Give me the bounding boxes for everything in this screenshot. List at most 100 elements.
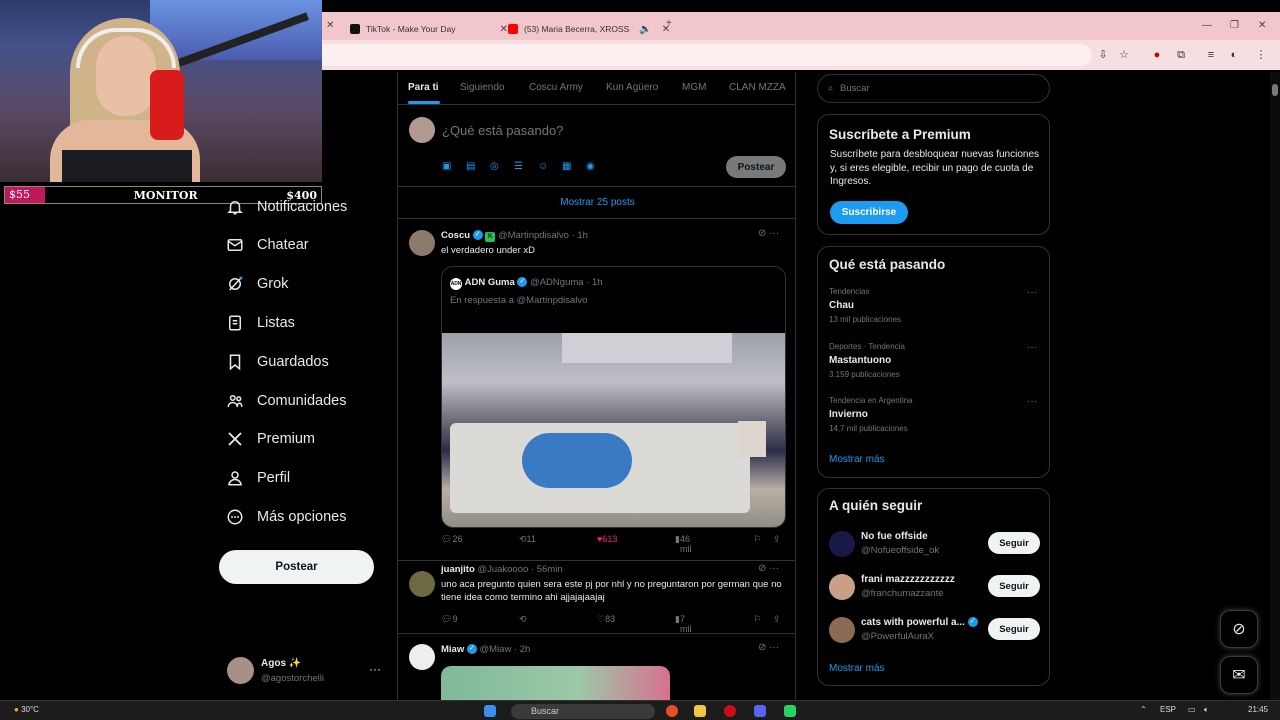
compose-post-button[interactable]: Postear bbox=[726, 156, 786, 178]
more-icon[interactable]: ··· bbox=[1027, 396, 1037, 407]
follow-suggestion[interactable]: No fue offside @Nofueoffside_ok Seguir bbox=[829, 529, 1041, 559]
post-button[interactable]: Postear bbox=[219, 550, 374, 584]
author-handle[interactable]: @Martinpdisalvo bbox=[498, 230, 569, 241]
compose-input[interactable]: ¿Qué está pasando? bbox=[442, 123, 563, 138]
close-window-icon[interactable]: ✕ bbox=[1258, 20, 1266, 31]
trend-item[interactable]: Tendencias Chau 13 mil publicaciones ··· bbox=[829, 287, 1039, 324]
extensions-icon[interactable]: ⧉ bbox=[1174, 48, 1188, 62]
nav-comunidades[interactable]: Comunidades bbox=[226, 389, 346, 413]
scrollbar[interactable] bbox=[1270, 72, 1280, 700]
follow-suggestion[interactable]: cats with powerful a... ✓ @PowerfulAuraX… bbox=[829, 615, 1041, 645]
views-button[interactable]: ▮ 7 mil bbox=[675, 614, 691, 634]
subscribe-button[interactable]: Suscribirse bbox=[830, 201, 908, 224]
language-indicator[interactable]: ESP bbox=[1160, 705, 1176, 714]
discord-icon[interactable] bbox=[754, 705, 766, 717]
search-input[interactable]: ⌕ Buscar bbox=[817, 74, 1050, 103]
author-handle[interactable]: @Juakoooo bbox=[477, 564, 528, 575]
tab-youtube[interactable]: (53) Maria Becerra, XROSS 🔈 ✕ bbox=[508, 18, 670, 40]
views-button[interactable]: ▮ 46 mil bbox=[675, 534, 691, 554]
clock[interactable]: 21:45 bbox=[1248, 705, 1268, 714]
share-icon[interactable]: ⇪ bbox=[773, 614, 781, 625]
volume-icon[interactable]: 🔈︎ bbox=[1204, 705, 1209, 715]
speaker-icon[interactable]: 🔈 bbox=[639, 24, 651, 35]
reply-button[interactable]: 💬︎ 9 bbox=[441, 614, 457, 625]
image-icon[interactable]: ▣ bbox=[442, 161, 466, 172]
windows-start-icon[interactable] bbox=[484, 705, 496, 717]
nav-perfil[interactable]: Perfil bbox=[226, 466, 290, 490]
install-app-icon[interactable]: ⇩ bbox=[1096, 48, 1110, 62]
tab-clan-mzza[interactable]: CLAN MZZA bbox=[729, 82, 786, 93]
close-tab-icon[interactable]: ✕ bbox=[499, 24, 507, 35]
nav-premium[interactable]: Premium bbox=[226, 427, 315, 451]
address-bar[interactable] bbox=[322, 44, 1092, 66]
chrome-icon[interactable] bbox=[666, 705, 678, 717]
repost-button[interactable]: ⟲ 11 bbox=[519, 534, 536, 545]
quoted-post[interactable]: ADN ADN Guma ✓ @ADNguma · 1h En respuest… bbox=[441, 266, 786, 528]
post-time[interactable]: · 1h bbox=[572, 230, 588, 241]
messages-float-button[interactable]: ✉ bbox=[1220, 656, 1258, 694]
profile-icon[interactable]: ◐ bbox=[1227, 48, 1241, 62]
like-button[interactable]: ♥ 613 bbox=[597, 534, 617, 544]
follow-button[interactable]: Seguir bbox=[988, 575, 1040, 597]
tab-mgm[interactable]: MGM bbox=[682, 82, 706, 93]
post-time[interactable]: · 56min bbox=[531, 564, 563, 575]
author-name[interactable]: Miaw bbox=[441, 644, 464, 655]
playlist-icon[interactable]: ≡ bbox=[1204, 48, 1218, 62]
close-tab-icon[interactable]: ✕ bbox=[326, 20, 334, 31]
post-options[interactable]: ⊘ ··· bbox=[758, 563, 779, 574]
more-icon[interactable]: ··· bbox=[1027, 342, 1037, 353]
opera-icon[interactable] bbox=[724, 705, 736, 717]
tray-arrow-icon[interactable]: ⌃ bbox=[1140, 705, 1147, 714]
share-icon[interactable]: ⇪ bbox=[773, 534, 781, 545]
show-new-posts[interactable]: Mostrar 25 posts bbox=[398, 187, 795, 219]
nav-grok[interactable]: Grok bbox=[226, 272, 288, 296]
tab-siguiendo[interactable]: Siguiendo bbox=[460, 82, 504, 93]
menu-icon[interactable]: ⋮ bbox=[1254, 48, 1268, 62]
follow-button[interactable]: Seguir bbox=[988, 618, 1040, 640]
grok-float-button[interactable]: ⊘ bbox=[1220, 610, 1258, 648]
tab-para-ti[interactable]: Para ti bbox=[408, 82, 439, 93]
trends-show-more[interactable]: Mostrar más bbox=[829, 454, 885, 465]
nav-listas[interactable]: Listas bbox=[226, 311, 295, 335]
avatar[interactable] bbox=[409, 644, 435, 670]
minimize-icon[interactable]: — bbox=[1202, 20, 1212, 31]
star-icon[interactable]: ☆ bbox=[1117, 48, 1131, 62]
weather-widget[interactable]: ● 30°C bbox=[14, 705, 39, 714]
account-switcher[interactable]: Agos ✨ @agostorchelli ··· bbox=[227, 656, 387, 686]
avatar[interactable] bbox=[409, 571, 435, 597]
taskbar-search[interactable]: Buscar bbox=[511, 704, 655, 719]
follow-button[interactable]: Seguir bbox=[988, 532, 1040, 554]
post-options[interactable]: ⊘ ··· bbox=[758, 642, 779, 653]
post[interactable]: Coscu ✓ K @Martinpdisalvo · 1h ⊘ ··· el … bbox=[398, 220, 795, 561]
nav-mas-opciones[interactable]: Más opciones bbox=[226, 505, 346, 529]
schedule-icon[interactable]: ▦ bbox=[562, 161, 586, 172]
author-name[interactable]: juanjito bbox=[441, 564, 475, 575]
post[interactable]: juanjito @Juakoooo · 56min ⊘ ··· uno aca… bbox=[398, 561, 795, 634]
tab-tiktok[interactable]: TikTok - Make Your Day ✕ bbox=[350, 18, 508, 40]
more-icon[interactable]: ··· bbox=[369, 662, 381, 676]
avatar[interactable] bbox=[409, 230, 435, 256]
scrollbar-thumb[interactable] bbox=[1272, 84, 1278, 96]
post-image[interactable] bbox=[442, 333, 785, 527]
tab-coscu-army[interactable]: Coscu Army bbox=[529, 82, 583, 93]
nav-notificaciones[interactable]: Notificaciones bbox=[226, 195, 347, 219]
network-icon[interactable]: ▭ bbox=[1188, 705, 1196, 714]
poll-icon[interactable]: ☰ bbox=[514, 161, 538, 172]
emoji-icon[interactable]: ☺ bbox=[538, 161, 562, 172]
author-name[interactable]: Coscu bbox=[441, 230, 470, 241]
whatsapp-icon[interactable] bbox=[784, 705, 796, 717]
bookmark-icon[interactable]: ⚐ bbox=[753, 534, 761, 545]
location-icon[interactable]: ◉ bbox=[586, 161, 610, 172]
opera-icon[interactable]: ● bbox=[1150, 48, 1164, 62]
reply-button[interactable]: 💬︎ 26 bbox=[441, 534, 462, 545]
maximize-icon[interactable]: ❐ bbox=[1230, 20, 1239, 31]
bookmark-icon[interactable]: ⚐ bbox=[753, 614, 761, 625]
grok-icon[interactable]: ◎ bbox=[490, 161, 514, 172]
more-icon[interactable]: ··· bbox=[1027, 287, 1037, 298]
new-tab-icon[interactable]: + bbox=[666, 18, 672, 29]
follow-show-more[interactable]: Mostrar más bbox=[829, 663, 885, 674]
follow-suggestion[interactable]: frani mazzzzzzzzzzz @franchumazzante Seg… bbox=[829, 572, 1041, 602]
nav-chatear[interactable]: Chatear bbox=[226, 233, 309, 257]
tab-kun-aguero[interactable]: Kun Agüero bbox=[606, 82, 658, 93]
gif-icon[interactable]: ▤ bbox=[466, 161, 490, 172]
